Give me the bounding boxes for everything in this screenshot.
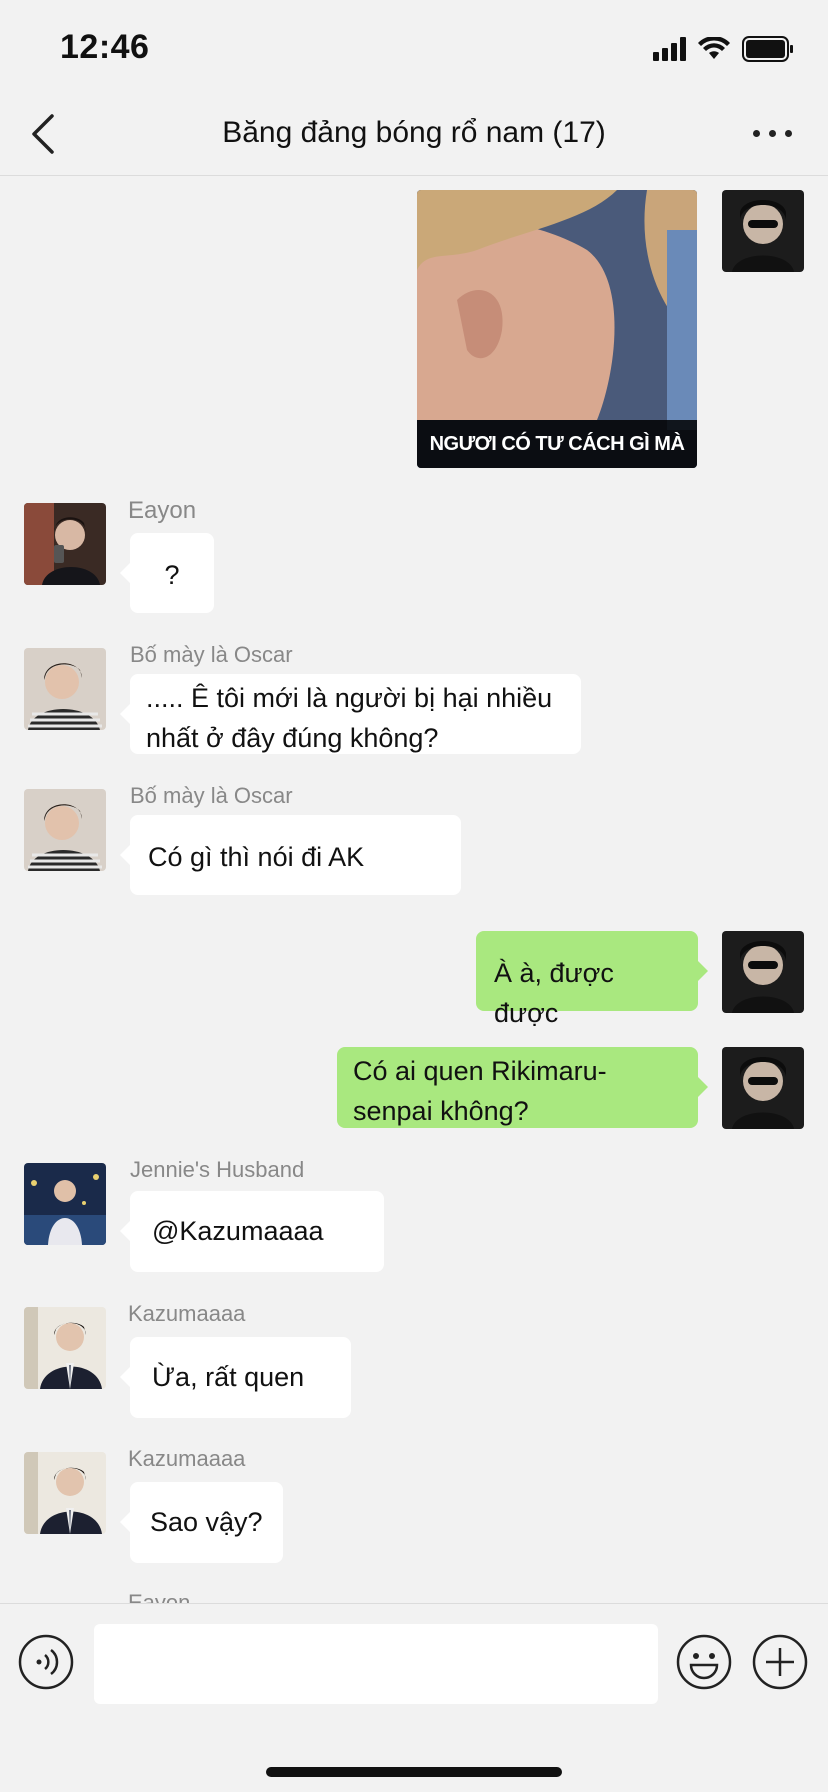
image-message[interactable]: NGƯƠI CÓ TƯ CÁCH GÌ MÀ PHÁT BIỂU [417, 190, 697, 468]
emoji-icon [676, 1634, 732, 1690]
message-input[interactable] [94, 1624, 658, 1704]
avatar-oscar[interactable] [24, 789, 106, 871]
message-bubble[interactable]: ? [120, 533, 214, 613]
status-icons [653, 36, 794, 62]
message-bubble[interactable]: @Kazumaaaa [120, 1191, 384, 1272]
emoji-button[interactable] [676, 1634, 732, 1690]
message-bubble-self[interactable]: Có ai quen Rikimaru-senpai không? [337, 1047, 708, 1128]
home-indicator [266, 1767, 562, 1777]
chat-title: Băng đảng bóng rổ nam (17) [222, 116, 606, 149]
avatar-self[interactable] [722, 190, 804, 272]
avatar-kazumaaaa[interactable] [24, 1307, 106, 1389]
avatar-kazumaaaa[interactable] [24, 1452, 106, 1534]
sender-name: Jennie's Husband [130, 1157, 305, 1182]
image-caption: NGƯƠI CÓ TƯ CÁCH GÌ MÀ PHÁT BIỂU [417, 420, 697, 468]
sender-name: Bố mày là Oscar [130, 642, 293, 667]
avatar-self[interactable] [722, 931, 804, 1013]
message-composer [0, 1603, 828, 1792]
avatar-self[interactable] [722, 1047, 804, 1129]
message-bubble[interactable]: Ừa, rất quen [120, 1337, 351, 1418]
voice-button[interactable] [18, 1634, 74, 1690]
message-bubble[interactable]: ..... Ê tôi mới là người bị hại nhiều nh… [120, 674, 581, 754]
wifi-icon [698, 37, 730, 61]
plus-icon [752, 1634, 808, 1690]
plus-button[interactable] [752, 1634, 808, 1690]
sender-name: Kazumaaaa [128, 1301, 246, 1326]
more-icon [753, 130, 792, 137]
sender-name: Eayon [128, 1590, 191, 1603]
voice-icon [18, 1634, 74, 1690]
avatar-jennies-husband[interactable] [24, 1163, 106, 1245]
battery-icon [742, 36, 794, 62]
chat-header: Băng đảng bóng rổ nam (17) [0, 100, 828, 176]
avatar-oscar[interactable] [24, 648, 106, 730]
more-button[interactable] [753, 130, 792, 137]
status-bar: 12:46 [0, 0, 828, 100]
sender-name: Kazumaaaa [128, 1446, 246, 1471]
status-time: 12:46 [60, 28, 150, 66]
avatar-eayon[interactable] [24, 503, 106, 585]
message-bubble[interactable]: Có gì thì nói đi AK [120, 815, 461, 895]
message-bubble[interactable]: Sao vậy? [120, 1482, 283, 1563]
cellular-signal-icon [653, 37, 686, 61]
message-bubble-self[interactable]: À à, được được [476, 931, 708, 1028]
sender-name: Bố mày là Oscar [130, 783, 293, 808]
sender-name: Eayon [128, 497, 197, 524]
